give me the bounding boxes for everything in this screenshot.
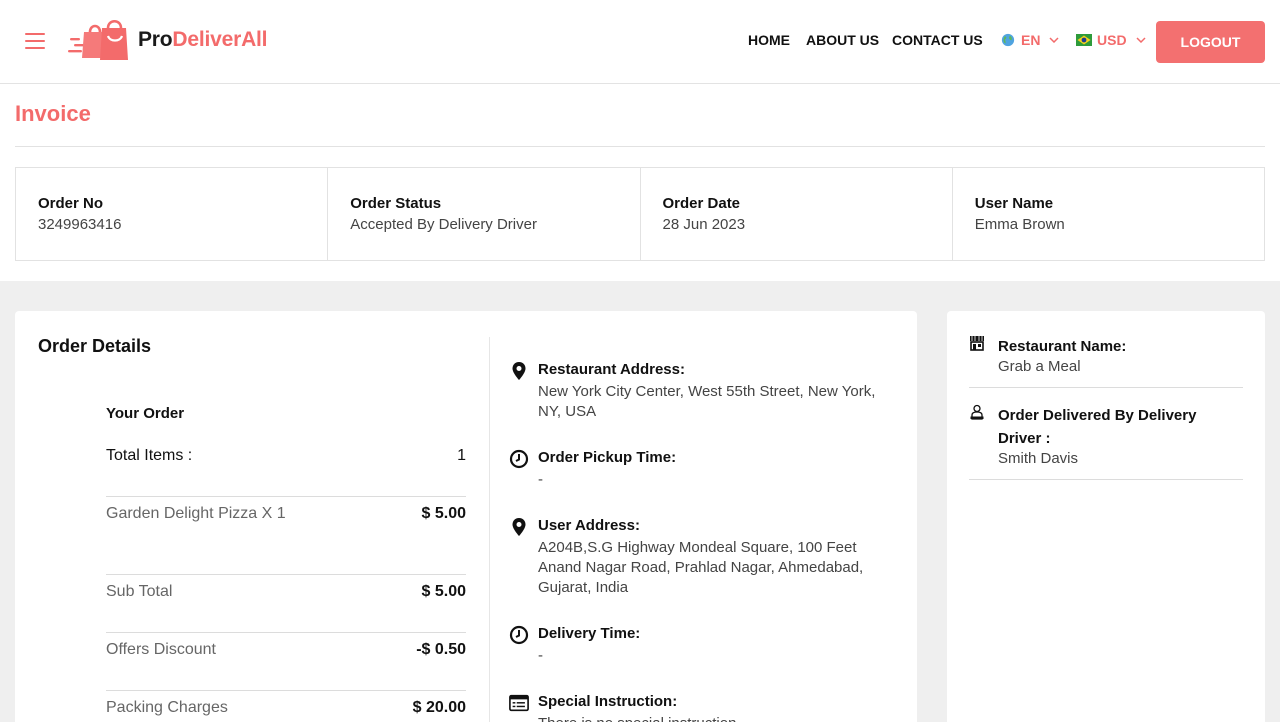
- summary-value: 3249963416: [38, 216, 122, 233]
- total-items-row: Total Items : 1: [106, 447, 466, 465]
- summary-label: Order Status: [350, 195, 442, 212]
- user-address-value: A204B,S.G Highway Mondeal Square, 100 Fe…: [538, 539, 864, 596]
- pickup-time-value: -: [538, 471, 543, 488]
- special-instruction-block: Special Instruction: There is no special…: [509, 693, 889, 722]
- delivery-time-label: Delivery Time:: [538, 625, 641, 642]
- item-price: $ 5.00: [421, 505, 466, 522]
- total-items-value: 1: [457, 447, 466, 464]
- pickup-time-label: Order Pickup Time:: [538, 449, 677, 466]
- currency-selector[interactable]: USD: [1076, 32, 1146, 48]
- delivery-driver-block: Order Delivered By Delivery Driver : Smi…: [969, 404, 1243, 467]
- chevron-down-icon: [1136, 37, 1146, 43]
- delivery-driver-value: Smith Davis: [998, 450, 1079, 467]
- restaurant-name-block: Restaurant Name: Grab a Meal: [969, 335, 1243, 375]
- brand-name-part1: Pro: [138, 28, 173, 51]
- location-pin-icon: [512, 362, 526, 380]
- special-instruction-label: Special Instruction:: [538, 693, 678, 710]
- nav-contact-us[interactable]: CONTACT US: [892, 32, 983, 48]
- clock-icon: [509, 449, 529, 469]
- menu-icon[interactable]: [25, 33, 45, 49]
- summary-order-date: Order Date 28 Jun 2023: [641, 168, 953, 260]
- nav-home[interactable]: HOME: [748, 32, 790, 48]
- column-divider: [489, 337, 490, 722]
- total-items-label: Total Items :: [106, 447, 193, 464]
- location-pin-icon: [512, 518, 526, 536]
- summary-user-name: User Name Emma Brown: [953, 168, 1264, 260]
- currency-flag-icon: [1076, 34, 1092, 46]
- summary-label: Order No: [38, 195, 104, 212]
- top-header: ProDeliverAll HOME ABOUT US CONTACT US E…: [0, 0, 1280, 84]
- sub-total-row: Sub Total $ 5.00: [106, 583, 466, 601]
- summary-label: Order Date: [662, 195, 741, 212]
- language-selector[interactable]: EN: [1000, 32, 1059, 48]
- packing-value: $ 20.00: [412, 699, 466, 716]
- side-divider: [969, 387, 1243, 388]
- summary-value: Accepted By Delivery Driver: [350, 216, 537, 233]
- nav-about-us[interactable]: ABOUT US: [806, 32, 879, 48]
- packing-label: Packing Charges: [106, 699, 228, 716]
- sub-total-label: Sub Total: [106, 583, 173, 600]
- packing-charges-row: Packing Charges $ 20.00: [106, 699, 466, 717]
- row-divider: [106, 574, 466, 575]
- restaurant-address-block: Restaurant Address: New York City Center…: [509, 361, 889, 422]
- title-divider: [15, 146, 1265, 147]
- brand-name: ProDeliverAll: [138, 28, 268, 52]
- currency-label: USD: [1097, 32, 1127, 48]
- summary-label: User Name: [974, 195, 1054, 212]
- user-address-block: User Address: A204B,S.G Highway Mondeal …: [509, 517, 889, 598]
- shopping-bag-logo-icon: [68, 19, 128, 60]
- discount-label: Offers Discount: [106, 641, 216, 658]
- driver-icon: [970, 404, 984, 420]
- delivery-time-block: Delivery Time: -: [509, 625, 889, 666]
- user-address-label: User Address:: [538, 517, 640, 534]
- order-item-row: Garden Delight Pizza X 1 $ 5.00: [106, 505, 466, 523]
- pickup-time-block: Order Pickup Time: -: [509, 449, 889, 490]
- restaurant-name-value: Grab a Meal: [998, 358, 1081, 375]
- brand-logo[interactable]: ProDeliverAll: [68, 18, 268, 62]
- delivery-time-value: -: [538, 647, 543, 664]
- special-instruction-value: There is no special instruction: [538, 714, 889, 722]
- page-title: Invoice: [15, 101, 91, 126]
- order-summary: Order No 3249963416 Order Status Accepte…: [15, 167, 1265, 261]
- order-details-panel: Order Details Your Order Total Items : 1…: [15, 311, 917, 722]
- restaurant-name-label: Restaurant Name:: [998, 338, 1127, 355]
- summary-value: 28 Jun 2023: [662, 216, 746, 233]
- restaurant-address-value: New York City Center, West 55th Street, …: [538, 383, 876, 420]
- summary-order-status: Order Status Accepted By Delivery Driver: [328, 168, 641, 260]
- delivery-driver-label: Order Delivered By Delivery Driver :: [998, 407, 1197, 447]
- row-divider: [106, 690, 466, 691]
- row-divider: [106, 632, 466, 633]
- offers-discount-row: Offers Discount -$ 0.50: [106, 641, 466, 659]
- clock-icon: [509, 625, 529, 645]
- restaurant-address-label: Restaurant Address:: [538, 361, 685, 378]
- globe-icon: [1001, 33, 1015, 47]
- language-label: EN: [1021, 32, 1041, 48]
- summary-order-no: Order No 3249963416: [16, 168, 329, 260]
- row-divider: [106, 496, 466, 497]
- discount-value: -$ 0.50: [416, 641, 466, 658]
- sub-total-value: $ 5.00: [421, 583, 466, 600]
- brand-name-part2: DeliverAll: [172, 28, 268, 51]
- store-icon: [970, 336, 984, 351]
- chevron-down-icon: [1049, 37, 1059, 43]
- order-details-title: Order Details: [38, 336, 152, 356]
- logout-button[interactable]: LOGOUT: [1156, 21, 1265, 63]
- item-name: Garden Delight Pizza X 1: [106, 505, 286, 522]
- instruction-note-icon: [509, 694, 529, 712]
- summary-value: Emma Brown: [974, 216, 1065, 233]
- delivery-side-panel: Restaurant Name: Grab a Meal Order Deliv…: [947, 311, 1265, 722]
- side-divider: [969, 479, 1243, 480]
- your-order-heading: Your Order: [106, 405, 185, 422]
